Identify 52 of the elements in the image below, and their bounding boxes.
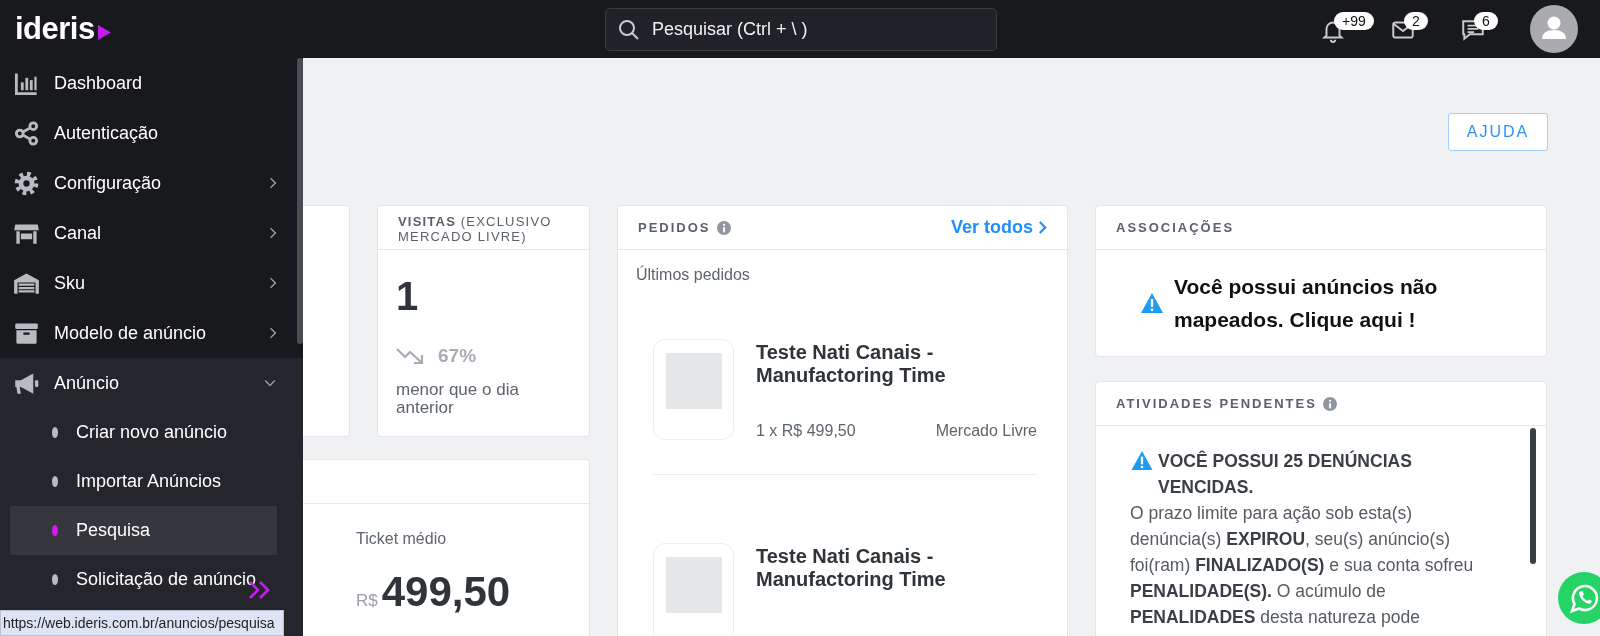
submenu-item[interactable]: Importar Anúncios (10, 457, 277, 506)
chevron-right-icon (1038, 220, 1047, 235)
quantity-price: 1 x R$ 499,50 (756, 422, 856, 440)
search-field[interactable]: Pesquisar (Ctrl + \ ) (605, 7, 997, 51)
submenu-item[interactable]: Solicitação de anúncio (10, 555, 277, 604)
change-percent: 67% (438, 345, 477, 367)
ticket-value: 499,50 (381, 568, 511, 616)
submenu-item[interactable]: Pesquisa (10, 506, 277, 555)
nav-item[interactable]: Anúncio (0, 358, 297, 408)
count-badge: +99 (1334, 12, 1374, 30)
count-badge: 2 (1404, 12, 1428, 30)
count-badge: 6 (1474, 12, 1498, 30)
card-title: PEDIDOS (638, 220, 711, 235)
alert-heading: VOCÊ POSSUI 25 DENÚNCIAS VENCIDAS. (1158, 449, 1413, 499)
product-thumbnail[interactable] (653, 339, 734, 440)
photo-placeholder (665, 557, 722, 613)
info-icon[interactable] (1322, 396, 1337, 411)
unmapped-ads-link[interactable]: Você possui anúncios não mapeados. Clique aqui ! (1174, 270, 1484, 336)
share-icon (13, 119, 40, 147)
warning-icon (1140, 292, 1164, 314)
nav-item[interactable]: Dashboard (0, 58, 297, 108)
visits-count: 1 (396, 274, 420, 319)
product-title[interactable]: Teste Nati Canais - Manufactoring Time (756, 341, 1006, 387)
search-icon (617, 17, 641, 42)
status-url: https://web.ideris.com.br/anuncios/pesquisa (0, 610, 284, 636)
chat-bubble-icon[interactable] (1558, 572, 1600, 624)
nav-item[interactable]: Configuração (0, 158, 297, 208)
sales-channel: Mercado Livre (935, 422, 1037, 440)
nav-item[interactable]: Modelo de anúncio (0, 308, 297, 358)
currency-symbol: R$ (356, 591, 378, 611)
product-title[interactable]: Teste Nati Canais - Manufactoring Time (756, 545, 1006, 591)
scrollbar[interactable] (1530, 428, 1536, 564)
card-title: VISITAS (EXCLUSIVO MERCADO LIVRE) (398, 214, 553, 244)
trend-down-icon (396, 346, 426, 366)
submenu-item[interactable]: Criar novo anúncio (10, 408, 277, 457)
scrollbar[interactable] (297, 58, 303, 344)
avatar-icon[interactable] (1530, 5, 1578, 53)
play-triangle-icon (97, 24, 111, 40)
nav-item[interactable]: Sku (0, 258, 297, 308)
nav-item[interactable]: Autenticação (0, 108, 297, 158)
photo-placeholder (665, 353, 722, 409)
info-icon[interactable] (716, 220, 731, 235)
ticket-label: Ticket médio (356, 530, 448, 548)
logo[interactable]: ideris (15, 11, 95, 47)
comparison-text: menor que o dia anterior (396, 381, 520, 417)
section-subtitle: Últimos pedidos (636, 266, 751, 284)
alert-message: O prazo limite para ação sob esta(s) denúncia(s) EXPIROU, seu(s) anúncio(s) foi(ram) FINALIZADO(S) e sua conta sofreu PENALIDADE(S). O acúmulo de PENALIDADES desta natureza pode (1130, 502, 1475, 629)
card-title: ATIVIDADES PENDENTES (1116, 396, 1317, 411)
nav-item[interactable]: Canal (0, 208, 297, 258)
card-title: ASSOCIAÇÕES (1116, 220, 1235, 235)
warning-icon (1130, 450, 1154, 471)
gear-icon (13, 169, 40, 197)
